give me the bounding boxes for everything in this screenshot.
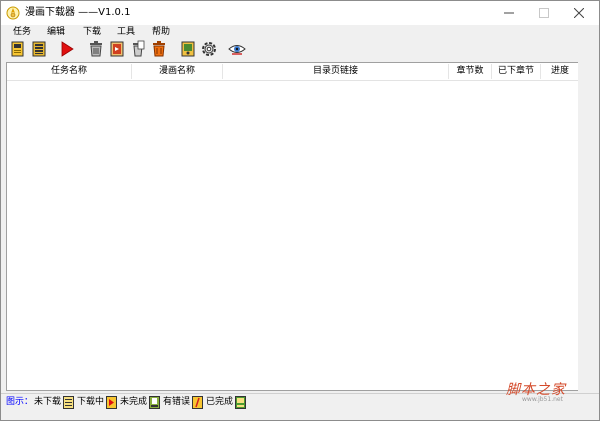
view-button[interactable] xyxy=(228,40,246,58)
column-index-url[interactable]: 目录页链接 xyxy=(223,63,448,80)
settings-button[interactable] xyxy=(200,40,218,58)
column-comic-name[interactable]: 漫画名称 xyxy=(132,63,222,80)
legend-not-downloaded-label: 未下载 xyxy=(34,397,62,407)
delete-button[interactable] xyxy=(87,40,105,58)
minimize-button[interactable] xyxy=(491,1,527,25)
menu-edit[interactable]: 编辑 xyxy=(47,26,65,38)
trash-page-icon xyxy=(133,40,145,57)
book-green-icon xyxy=(181,41,195,57)
column-task-name[interactable]: 任务名称 xyxy=(7,63,131,80)
menu-download[interactable]: 下载 xyxy=(83,26,101,38)
task-table[interactable]: 任务名称 漫画名称 目录页链接 章节数 已下章节 进度 xyxy=(6,62,580,391)
app-window: 漫画下载器 ——V1.0.1 任务 编辑 下载 工具 帮助 任务名称 漫画名称 … xyxy=(0,0,600,421)
book-yellow-icon xyxy=(11,41,24,57)
menu-task[interactable]: 任务 xyxy=(13,26,31,38)
eye-icon xyxy=(228,45,246,55)
legend-incomplete-label: 未完成 xyxy=(120,397,148,407)
trash-orange-icon xyxy=(153,41,165,57)
legend-downloading-label: 下载中 xyxy=(77,397,105,407)
not-downloaded-icon xyxy=(63,396,74,409)
menu-help[interactable]: 帮助 xyxy=(152,26,170,38)
task-list-button[interactable] xyxy=(30,40,48,58)
table-header: 任务名称 漫画名称 目录页链接 章节数 已下章节 进度 xyxy=(7,63,579,81)
start-download-button[interactable] xyxy=(58,40,76,58)
legend-label: 图示： xyxy=(6,397,34,407)
window-title: 漫画下载器 ——V1.0.1 xyxy=(25,7,131,18)
clear-button[interactable] xyxy=(129,40,147,58)
maximize-button[interactable] xyxy=(526,1,562,25)
toolbar xyxy=(1,39,599,61)
column-downloaded-chapters[interactable]: 已下章节 xyxy=(492,63,540,80)
gear-icon xyxy=(202,42,216,56)
menu-tools[interactable]: 工具 xyxy=(117,26,135,38)
column-progress[interactable]: 进度 xyxy=(541,63,579,80)
close-button[interactable] xyxy=(561,1,597,25)
book-red-icon xyxy=(110,41,124,57)
close-icon xyxy=(574,8,584,18)
maximize-icon xyxy=(539,8,549,18)
app-logo-icon xyxy=(6,6,20,20)
downloading-icon xyxy=(106,396,117,409)
trash-icon xyxy=(90,41,102,57)
open-folder-button[interactable] xyxy=(179,40,197,58)
import-button[interactable] xyxy=(108,40,126,58)
legend-error-label: 有错误 xyxy=(163,397,191,407)
menu-bar: 任务 编辑 下载 工具 帮助 xyxy=(1,25,599,39)
completed-icon xyxy=(235,396,246,409)
delete-all-button[interactable] xyxy=(150,40,168,58)
incomplete-icon xyxy=(149,396,160,409)
column-chapter-count[interactable]: 章节数 xyxy=(449,63,491,80)
book-list-icon xyxy=(32,41,46,57)
right-strip xyxy=(578,62,597,391)
new-task-button[interactable] xyxy=(9,40,27,58)
error-icon xyxy=(192,396,203,409)
minimize-icon xyxy=(504,12,514,14)
title-bar: 漫画下载器 ——V1.0.1 xyxy=(1,1,599,25)
play-icon xyxy=(61,41,74,57)
legend-completed-label: 已完成 xyxy=(206,397,234,407)
watermark-url: www.jb51.net xyxy=(522,396,563,403)
